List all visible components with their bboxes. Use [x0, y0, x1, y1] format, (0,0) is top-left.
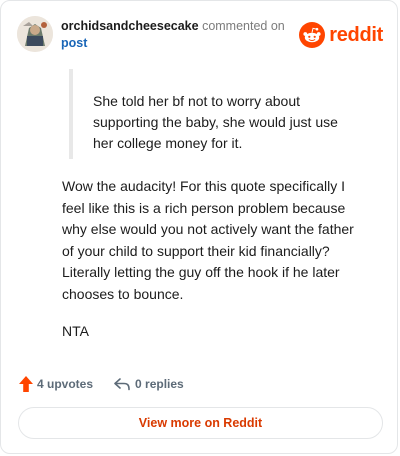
body-line: feel like this is a rich person problem … — [62, 199, 346, 216]
reddit-brand[interactable]: reddit — [299, 22, 383, 48]
comment-meta: orchidsandcheesecake commented on post — [61, 18, 285, 52]
post-link[interactable]: post — [61, 36, 87, 50]
reply-count: 0 replies — [135, 377, 184, 391]
upvote-button[interactable]: 4 upvotes — [19, 376, 93, 392]
body-line: why else would you not actively want the… — [62, 221, 354, 237]
quote-line: her college money for it. — [93, 135, 243, 151]
commented-on-text: commented on — [202, 19, 285, 33]
reddit-wordmark: reddit — [329, 23, 383, 46]
reddit-logo-icon — [299, 22, 326, 48]
quote-line: supporting the baby, she would just use — [93, 114, 338, 130]
upvote-count: 4 upvotes — [37, 377, 94, 391]
comment-actions: 4 upvotes 0 replies — [19, 374, 184, 394]
body-closing: NTA — [62, 323, 89, 339]
comment-body: Wow the audacity! For this quote specifi… — [62, 176, 382, 343]
replies-button[interactable]: 0 replies — [113, 377, 184, 391]
embedded-comment-card: orchidsandcheesecake commented on post r… — [0, 0, 398, 454]
body-line: Wow the audacity! For this quote specifi… — [62, 178, 345, 194]
reply-arrow-icon — [114, 378, 130, 391]
body-line: of your child to support their kid finan… — [62, 242, 330, 259]
comment-header: orchidsandcheesecake commented on post r… — [17, 15, 383, 55]
quoted-text-block: She told her bf not to worry about suppo… — [69, 69, 369, 159]
body-line: chooses to bounce. — [62, 285, 184, 302]
upvote-arrow-icon — [19, 376, 33, 392]
body-line: Literally letting the guy off the hook i… — [62, 264, 340, 280]
quote-line: She told her bf not to worry about — [93, 93, 301, 109]
username-link[interactable]: orchidsandcheesecake — [61, 19, 199, 33]
view-more-on-reddit-button[interactable]: View more on Reddit — [18, 407, 383, 439]
avatar[interactable] — [17, 16, 53, 52]
